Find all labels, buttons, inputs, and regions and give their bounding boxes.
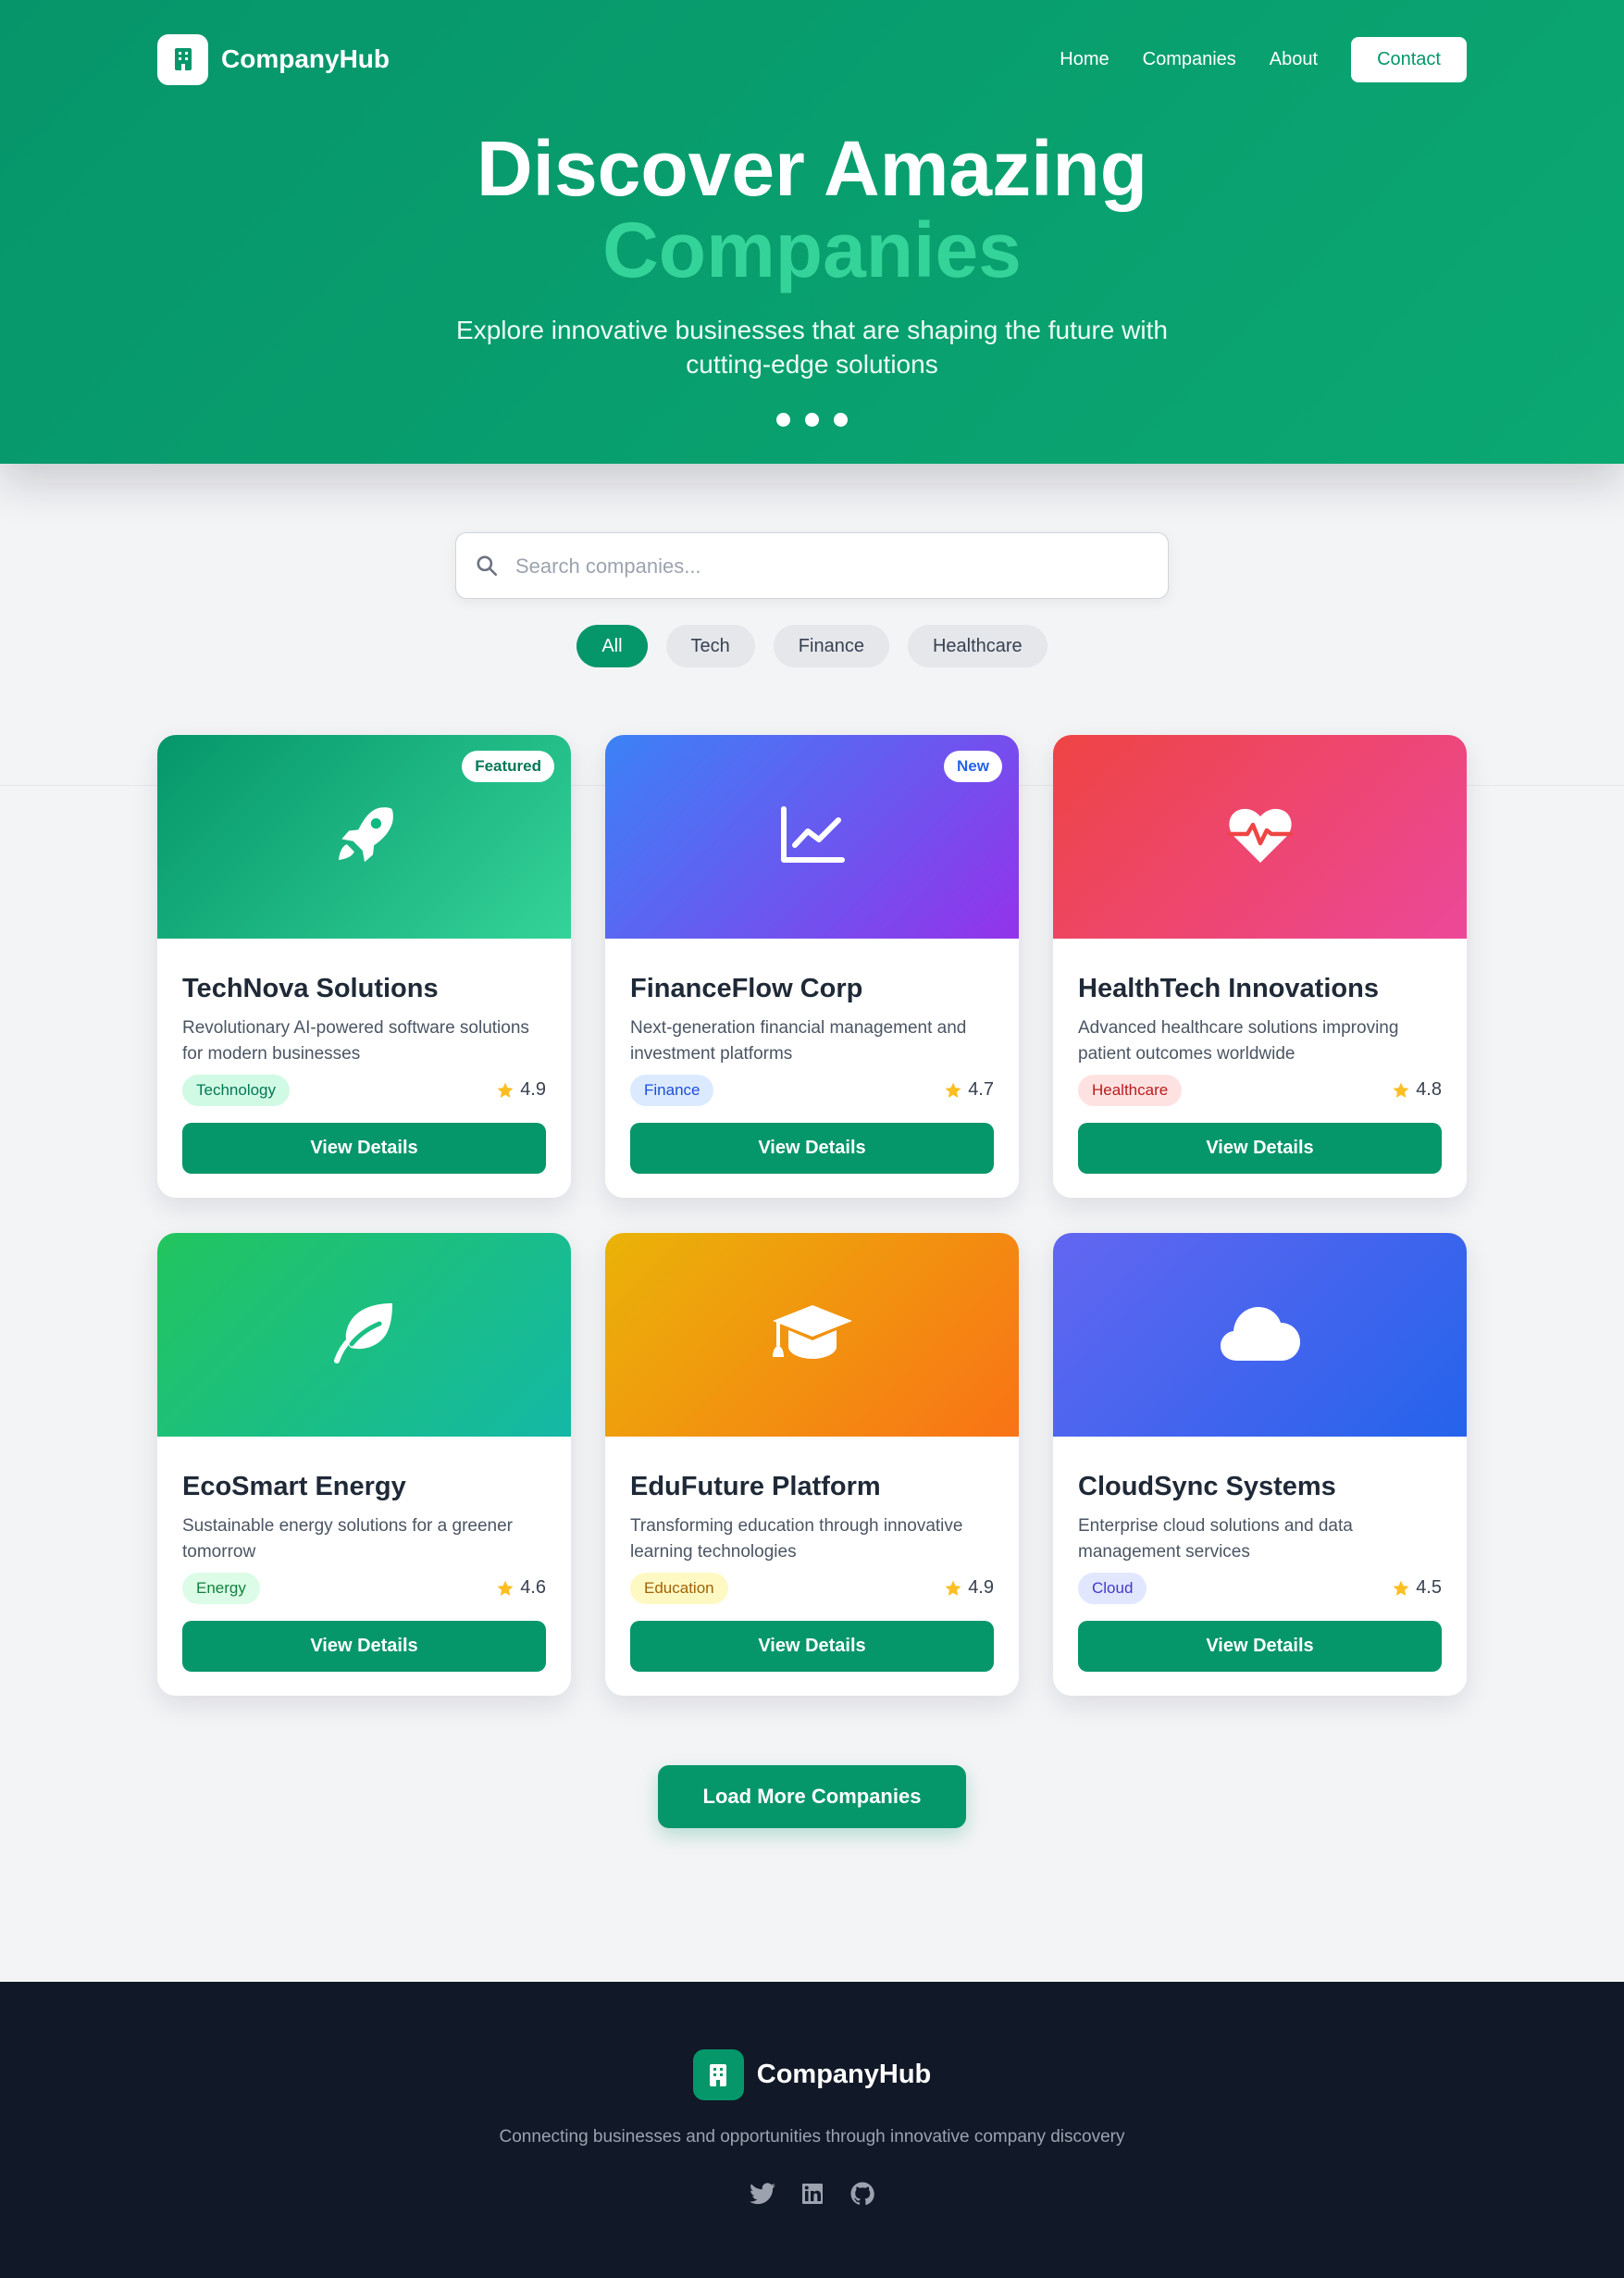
view-details-button[interactable]: View Details [1078,1621,1442,1672]
star-icon [497,1082,514,1098]
rating-value: 4.8 [1416,1079,1442,1100]
card-banner [157,1233,571,1437]
footer-brand[interactable]: CompanyHub [0,2049,1624,2100]
rating-value: 4.9 [520,1079,546,1100]
footer: CompanyHub Connecting businesses and opp… [0,1982,1624,2278]
category-tag: Education [630,1573,728,1604]
rating: 4.9 [944,1577,994,1599]
contact-button[interactable]: Contact [1351,36,1467,82]
company-description: Advanced healthcare solutions improving … [1078,1018,1399,1064]
company-name: CloudSync Systems [1078,1472,1336,1501]
company-card: EcoSmart Energy Sustainable energy solut… [157,1233,571,1696]
rating: 4.7 [944,1079,994,1101]
hero-title: Discover Amazing [476,125,1148,212]
view-details-button[interactable]: View Details [1078,1123,1442,1174]
rating-value: 4.7 [968,1079,994,1100]
footer-tagline: Connecting businesses and opportunities … [499,2127,1125,2147]
card-banner [605,1233,1019,1437]
rating: 4.5 [1392,1577,1442,1599]
carousel-dot[interactable] [776,413,790,427]
load-more-button[interactable]: Load More Companies [658,1765,966,1828]
card-banner [1053,1233,1467,1437]
filter-chip-tech[interactable]: Tech [665,625,755,667]
carousel-dot[interactable] [805,413,819,427]
star-icon [945,1082,961,1098]
star-icon [1393,1082,1409,1098]
rating: 4.8 [1392,1079,1442,1101]
filter-chips: All Tech Finance Healthcare [0,625,1624,667]
company-description: Enterprise cloud solutions and data mana… [1078,1516,1353,1562]
company-description: Transforming education through innovativ… [630,1516,963,1562]
search-icon [475,554,499,582]
company-name: EduFuture Platform [630,1472,881,1501]
filter-chip-finance[interactable]: Finance [773,625,889,667]
rocket-icon [331,802,398,873]
footer-brand-name: CompanyHub [756,2060,932,2089]
twitter-icon[interactable] [749,2180,776,2208]
hero-title-accent: Companies [602,206,1022,293]
rating: 4.9 [496,1079,546,1101]
card-banner [1053,735,1467,939]
category-tag: Finance [630,1075,714,1106]
building-icon [692,2049,744,2100]
filter-chip-all[interactable]: All [576,625,648,667]
company-card: Featured TechNova Solutions Revolutionar… [157,735,571,1198]
heart-pulse-icon [1227,805,1294,869]
nav-link-companies[interactable]: Companies [1143,49,1236,70]
company-name: TechNova Solutions [182,974,439,1003]
star-icon [497,1580,514,1596]
brand[interactable]: CompanyHub [157,33,390,85]
star-icon [945,1580,961,1596]
graduation-cap-icon [771,1301,854,1369]
view-details-button[interactable]: View Details [630,1123,994,1174]
hero-subtitle: Explore innovative businesses that are s… [456,316,1168,379]
category-tag: Energy [182,1573,260,1604]
view-details-button[interactable]: View Details [182,1621,546,1672]
building-icon [157,33,208,85]
rating: 4.6 [496,1577,546,1599]
new-badge: New [944,751,1002,782]
company-card: New FinanceFlow Corp Next-generation fin… [605,735,1019,1198]
category-tag: Healthcare [1078,1075,1183,1106]
leaf-icon [331,1301,398,1369]
company-card: CloudSync Systems Enterprise cloud solut… [1053,1233,1467,1696]
filter-chip-healthcare[interactable]: Healthcare [907,625,1048,667]
top-navigation: CompanyHub Home Companies About Contact [157,33,1467,85]
company-name: FinanceFlow Corp [630,974,863,1003]
carousel-indicators [0,413,1624,427]
search-input[interactable] [515,546,1154,587]
carousel-dot[interactable] [834,413,848,427]
star-icon [1393,1580,1409,1596]
search-box [455,532,1169,599]
social-links [0,2180,1624,2208]
company-description: Revolutionary AI-powered software soluti… [182,1018,529,1064]
nav-link-home[interactable]: Home [1060,49,1109,70]
category-tag: Technology [182,1075,291,1106]
linkedin-icon[interactable] [799,2180,826,2208]
card-banner: Featured [157,735,571,939]
company-card: EduFuture Platform Transforming educatio… [605,1233,1019,1696]
card-banner: New [605,735,1019,939]
nav-link-about[interactable]: About [1270,49,1318,70]
rating-value: 4.6 [520,1577,546,1598]
view-details-button[interactable]: View Details [630,1621,994,1672]
company-card: HealthTech Innovations Advanced healthca… [1053,735,1467,1198]
brand-name: CompanyHub [221,44,390,73]
company-description: Next-generation financial management and… [630,1018,967,1064]
chart-line-icon [779,805,846,869]
cloud-icon [1219,1303,1302,1367]
github-icon[interactable] [849,2180,876,2208]
featured-badge: Featured [462,751,554,782]
nav-links: Home Companies About Contact [1060,33,1467,85]
company-description: Sustainable energy solutions for a green… [182,1516,514,1562]
company-name: EcoSmart Energy [182,1472,406,1501]
company-name: HealthTech Innovations [1078,974,1379,1003]
category-tag: Cloud [1078,1573,1147,1604]
view-details-button[interactable]: View Details [182,1123,546,1174]
hero-section: CompanyHub Home Companies About Contact … [0,0,1624,464]
rating-value: 4.5 [1416,1577,1442,1598]
rating-value: 4.9 [968,1577,994,1598]
